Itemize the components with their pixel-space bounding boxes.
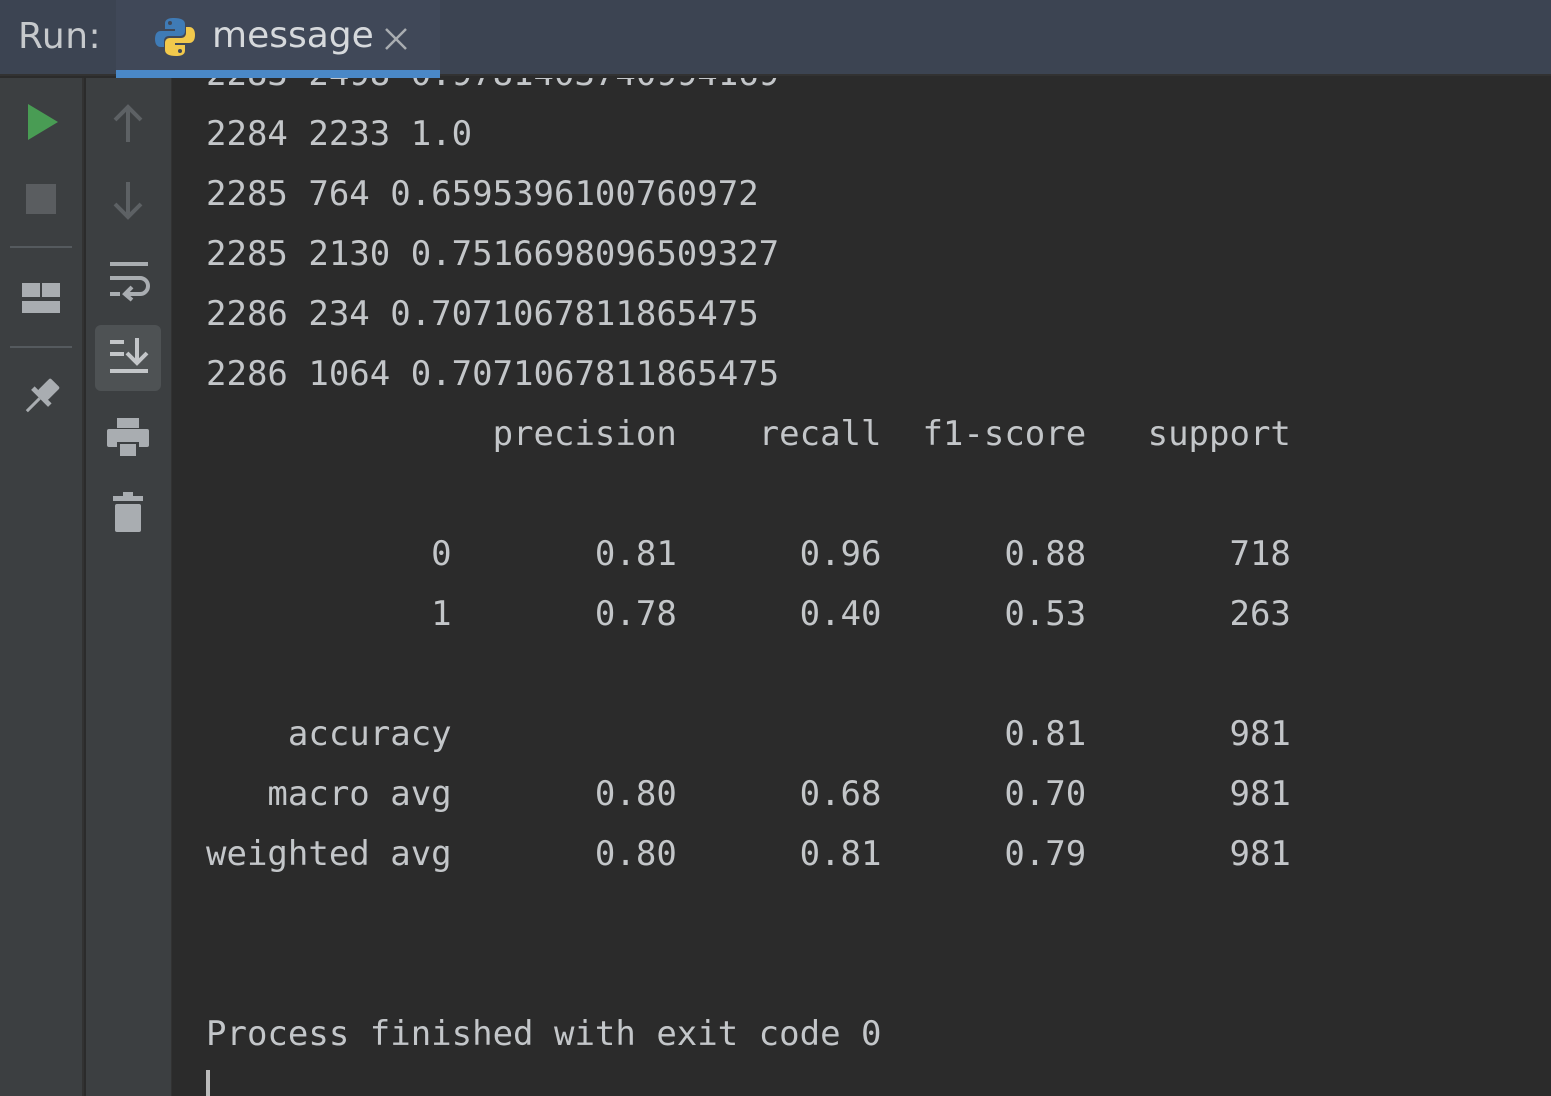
- report-row-weighted-avg: weighted avg 0.80 0.81 0.79 981: [206, 834, 1291, 874]
- console-line: 2285 764 0.6595396100760972: [206, 174, 759, 214]
- layout-icon[interactable]: [21, 282, 61, 314]
- down-arrow-icon[interactable]: [110, 180, 146, 222]
- console-line: 2286 234 0.7071067811865475: [206, 294, 759, 334]
- run-tool-window-header: Run: message: [0, 0, 1551, 78]
- python-icon: [155, 18, 195, 56]
- run-toolbar-primary: [0, 78, 84, 1096]
- run-label: Run:: [18, 16, 102, 57]
- report-row-accuracy: accuracy 0.81 981: [206, 714, 1291, 754]
- console-line: 2284 2233 1.0: [206, 114, 473, 154]
- console-line: 2286 1064 0.7071067811865475: [206, 354, 780, 394]
- tab-title: message: [212, 15, 374, 56]
- active-tab-indicator: [116, 70, 440, 78]
- report-row-0: 0 0.81 0.96 0.88 718: [206, 534, 1291, 574]
- report-header-line: precision recall f1-score support: [206, 414, 1291, 454]
- report-row-macro-avg: macro avg 0.80 0.68 0.70 981: [206, 774, 1291, 814]
- up-arrow-icon[interactable]: [110, 102, 146, 144]
- tab-message[interactable]: message: [116, 0, 440, 78]
- pin-icon[interactable]: [18, 374, 64, 420]
- soft-wrap-icon[interactable]: [108, 258, 150, 302]
- trash-icon[interactable]: [112, 490, 144, 534]
- console-line: 2285 2130 0.7516698096509327: [206, 234, 780, 274]
- close-icon[interactable]: [382, 25, 410, 53]
- console-line: 2283 2498 0.9781403740994169: [206, 78, 779, 94]
- toolbar-separator: [10, 346, 72, 348]
- run-icon[interactable]: [26, 102, 60, 142]
- scroll-to-end-icon[interactable]: [108, 336, 150, 376]
- print-icon[interactable]: [106, 416, 150, 458]
- process-exit-line: Process finished with exit code 0: [206, 1014, 882, 1054]
- stop-icon[interactable]: [25, 183, 57, 215]
- run-toolbar-secondary: [86, 78, 172, 1096]
- console-output[interactable]: 2283 2498 0.9781403740994169 2284 2233 1…: [173, 78, 1551, 1096]
- report-row-1: 1 0.78 0.40 0.53 263: [206, 594, 1291, 634]
- text-cursor: [206, 1070, 210, 1096]
- toolbar-separator: [10, 246, 72, 248]
